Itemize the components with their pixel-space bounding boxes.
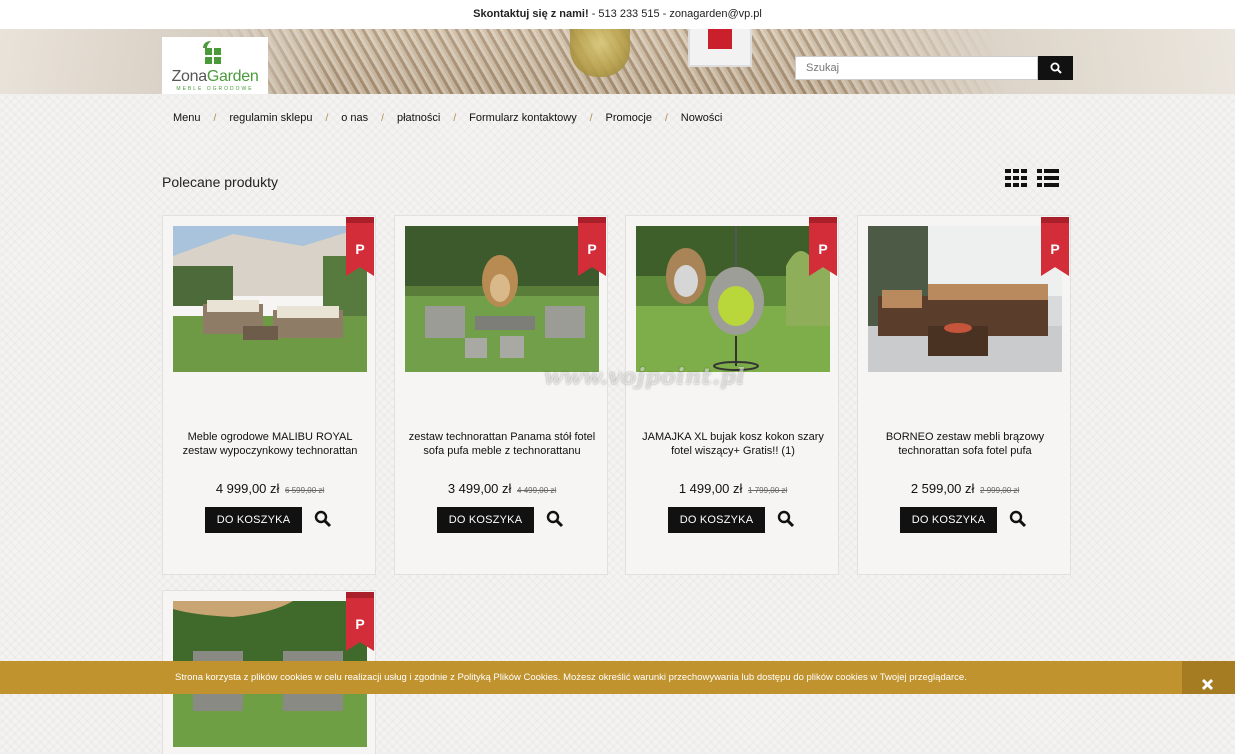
product-image[interactable] [868, 226, 1062, 372]
zoom-icon[interactable] [314, 510, 332, 528]
nav-item-formularz[interactable]: Formularz kontaktowy [458, 112, 588, 124]
nav-separator: / [665, 112, 668, 124]
product-name[interactable]: Meble ogrodowe MALIBU ROYAL zestaw wypoc… [173, 430, 367, 458]
nav-item-menu[interactable]: Menu [162, 112, 212, 124]
nav-separator: / [453, 112, 457, 124]
zoom-icon[interactable] [1009, 510, 1027, 528]
product-price: 1 499,00 zł 1 799,00 zł [626, 481, 840, 496]
banner-glass [570, 29, 630, 77]
logo-wordmark: ZonaGarden [162, 68, 268, 86]
nav-item-platnosci[interactable]: płatności [386, 112, 451, 124]
nav-item-o-nas[interactable]: o nas [330, 112, 379, 124]
current-price: 3 499,00 zł [447, 481, 512, 496]
main-nav: Menu / regulamin sklepu / o nas / płatno… [162, 110, 733, 126]
product-card: P zestaw technorattan Panama stół fotel … [394, 215, 608, 575]
product-card: P Meble ogrodowe MALIBU ROYAL zestaw wyp… [162, 215, 376, 575]
search-button[interactable] [1038, 56, 1073, 80]
promo-badge: P [1041, 217, 1069, 276]
banner-lantern [688, 29, 752, 67]
section-title: Polecane produkty [162, 174, 278, 190]
contact-details: - 513 233 515 - zonagarden@vp.pl [588, 8, 762, 20]
nav-separator: / [381, 112, 384, 124]
product-price: 4 999,00 zł 6 599,00 zł [163, 481, 377, 496]
old-price: 1 799,00 zł [748, 486, 788, 495]
contact-bar: Skontaktuj się z nami! - 513 233 515 - z… [0, 0, 1235, 30]
contact-label: Skontaktuj się z nami! [473, 8, 589, 20]
product-card: P JAMAJKA XL bujak kosz kokon szary fote… [625, 215, 839, 575]
product-price: 3 499,00 zł 4 499,00 zł [395, 481, 609, 496]
nav-separator: / [325, 112, 329, 124]
product-name[interactable]: BORNEO zestaw mebli brązowy technorattan… [868, 430, 1062, 458]
nav-item-promocje[interactable]: Promocje [595, 112, 663, 124]
close-icon [1201, 678, 1214, 691]
product-name[interactable]: zestaw technorattan Panama stół fotel so… [405, 430, 599, 458]
search-icon [1050, 62, 1062, 74]
nav-separator: / [213, 112, 217, 124]
product-image[interactable] [405, 226, 599, 372]
add-to-cart-button[interactable]: DO KOSZYKA [205, 507, 302, 533]
product-image[interactable] [636, 226, 830, 372]
promo-badge: P [809, 217, 837, 276]
promo-badge: P [578, 217, 606, 276]
logo-word-zona: Zona [171, 68, 208, 85]
add-to-cart-button[interactable]: DO KOSZYKA [668, 507, 765, 533]
zoom-icon[interactable] [546, 510, 564, 528]
zoom-icon[interactable] [777, 510, 795, 528]
old-price: 2 999,00 zł [980, 486, 1020, 495]
add-to-cart-button[interactable]: DO KOSZYKA [437, 507, 534, 533]
cookie-bar: Strona korzysta z plików cookies w celu … [0, 661, 1235, 694]
grid-view-icon[interactable] [1005, 169, 1027, 187]
old-price: 4 499,00 zł [517, 486, 557, 495]
search-form [795, 56, 1073, 80]
search-input[interactable] [795, 56, 1038, 80]
current-price: 2 599,00 zł [910, 481, 975, 496]
watermark: www.vojpoint.pl [544, 364, 746, 390]
product-name[interactable]: JAMAJKA XL bujak kosz kokon szary fotel … [636, 430, 830, 458]
site-logo[interactable]: ZonaGarden MEBLE OGRODOWE [162, 37, 268, 94]
product-card: P BORNEO zestaw mebli brązowy technoratt… [857, 215, 1071, 575]
logo-tagline: MEBLE OGRODOWE [176, 86, 254, 92]
logo-word-garden: Garden [206, 68, 259, 85]
product-image[interactable] [173, 226, 367, 372]
nav-item-regulamin[interactable]: regulamin sklepu [218, 112, 323, 124]
current-price: 1 499,00 zł [678, 481, 743, 496]
nav-separator: / [589, 112, 593, 124]
list-view-icon[interactable] [1037, 169, 1059, 187]
cookie-text: Strona korzysta z plików cookies w celu … [175, 672, 967, 683]
old-price: 6 599,00 zł [285, 486, 325, 495]
logo-mark-icon [203, 41, 221, 64]
product-price: 2 599,00 zł 2 999,00 zł [858, 481, 1072, 496]
cookie-close-button[interactable] [1182, 661, 1235, 694]
current-price: 4 999,00 zł [215, 481, 280, 496]
add-to-cart-button[interactable]: DO KOSZYKA [900, 507, 997, 533]
nav-item-nowosci[interactable]: Nowości [670, 112, 734, 124]
promo-badge: P [346, 217, 374, 276]
